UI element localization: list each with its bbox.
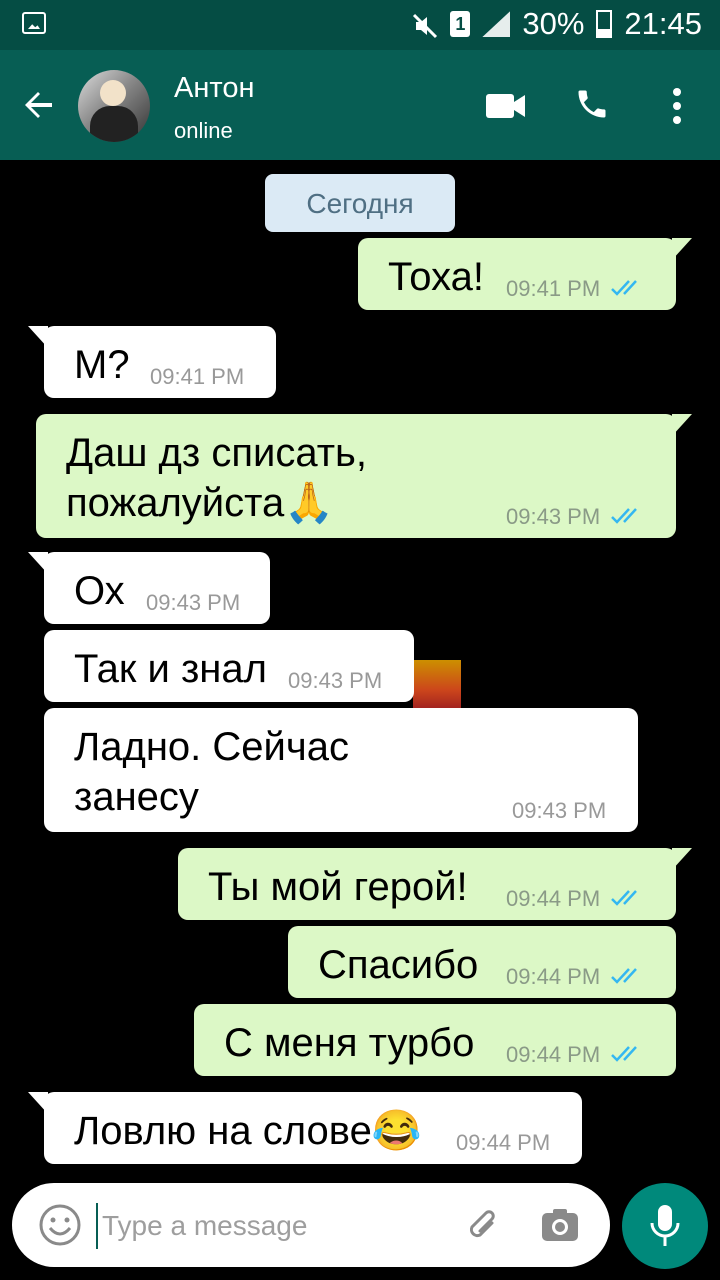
date-separator: Сегодня [265, 174, 455, 232]
read-receipt-icon [611, 1046, 637, 1062]
message-time: 09:44 PM [506, 886, 601, 911]
status-bar: 1 30% 21:45 [0, 0, 720, 50]
gallery-notification-icon [22, 12, 46, 34]
message-time: 09:43 PM [146, 590, 241, 615]
camera-icon[interactable] [540, 1207, 580, 1243]
outgoing-message[interactable]: Ты мой герой! 09:44 PM [178, 848, 676, 920]
contact-name[interactable]: Антон [174, 72, 254, 105]
message-time: 09:43 PM [288, 668, 383, 693]
voice-call-icon[interactable] [574, 86, 610, 122]
paperclip-icon[interactable] [462, 1201, 506, 1249]
outgoing-message[interactable]: С меня турбо 09:44 PM [194, 1004, 676, 1076]
message-time: 09:41 PM [506, 276, 601, 301]
message-composer [12, 1183, 610, 1267]
microphone-icon [649, 1203, 681, 1249]
mute-icon [412, 11, 438, 39]
incoming-message[interactable]: Так и знал 09:43 PM [44, 630, 414, 702]
message-time: 09:43 PM [506, 504, 601, 529]
incoming-message[interactable]: Ох 09:43 PM [44, 552, 270, 624]
incoming-message[interactable]: М? 09:41 PM [44, 326, 276, 398]
message-time: 09:44 PM [506, 964, 601, 989]
message-text: Так и знал [74, 647, 267, 691]
message-text: М? [74, 343, 130, 387]
message-text: Ох [74, 569, 125, 613]
battery-icon [596, 10, 613, 38]
read-receipt-icon [611, 280, 637, 296]
sim-indicator: 1 [450, 11, 471, 37]
message-text: Даш дз списать, пожалуйста🙏 [66, 431, 367, 525]
message-text: Ладно. Сейчас занесу [74, 725, 349, 819]
incoming-message[interactable]: Ладно. Сейчас занесу 09:43 PM [44, 708, 638, 832]
read-receipt-icon [611, 968, 637, 984]
message-text: Ловлю на слове😂 [74, 1109, 422, 1153]
message-time: 09:44 PM [456, 1130, 551, 1155]
chat-header: Антон online [0, 50, 720, 160]
message-time: 09:43 PM [512, 798, 607, 823]
contact-status: online [174, 118, 233, 143]
outgoing-message[interactable]: Даш дз списать, пожалуйста🙏 09:43 PM [36, 414, 676, 538]
incoming-message[interactable]: Ловлю на слове😂 09:44 PM [44, 1092, 582, 1164]
message-time: 09:44 PM [506, 1042, 601, 1067]
message-time: 09:41 PM [150, 364, 245, 389]
video-call-icon[interactable] [486, 92, 526, 120]
read-receipt-icon [611, 890, 637, 906]
clock: 21:45 [624, 6, 702, 41]
message-input[interactable] [96, 1203, 444, 1249]
message-text: С меня турбо [224, 1021, 475, 1065]
background-sticker [413, 660, 461, 710]
signal-icon [482, 11, 511, 37]
message-text: Тоха! [388, 255, 485, 299]
outgoing-message[interactable]: Спасибо 09:44 PM [288, 926, 676, 998]
emoji-icon[interactable] [38, 1203, 82, 1247]
back-arrow-icon[interactable] [22, 88, 56, 122]
message-text: Спасибо [318, 943, 479, 987]
voice-message-button[interactable] [622, 1183, 708, 1269]
message-text: Ты мой герой! [208, 865, 468, 909]
more-options-icon[interactable] [668, 86, 686, 126]
read-receipt-icon [611, 508, 637, 524]
outgoing-message[interactable]: Тоха! 09:41 PM [358, 238, 676, 310]
contact-avatar[interactable] [78, 70, 150, 142]
battery-percent: 30% [522, 6, 585, 41]
message-list[interactable]: Сегодня Тоха! 09:41 PM М? 09:41 PM Даш д… [0, 160, 720, 1180]
